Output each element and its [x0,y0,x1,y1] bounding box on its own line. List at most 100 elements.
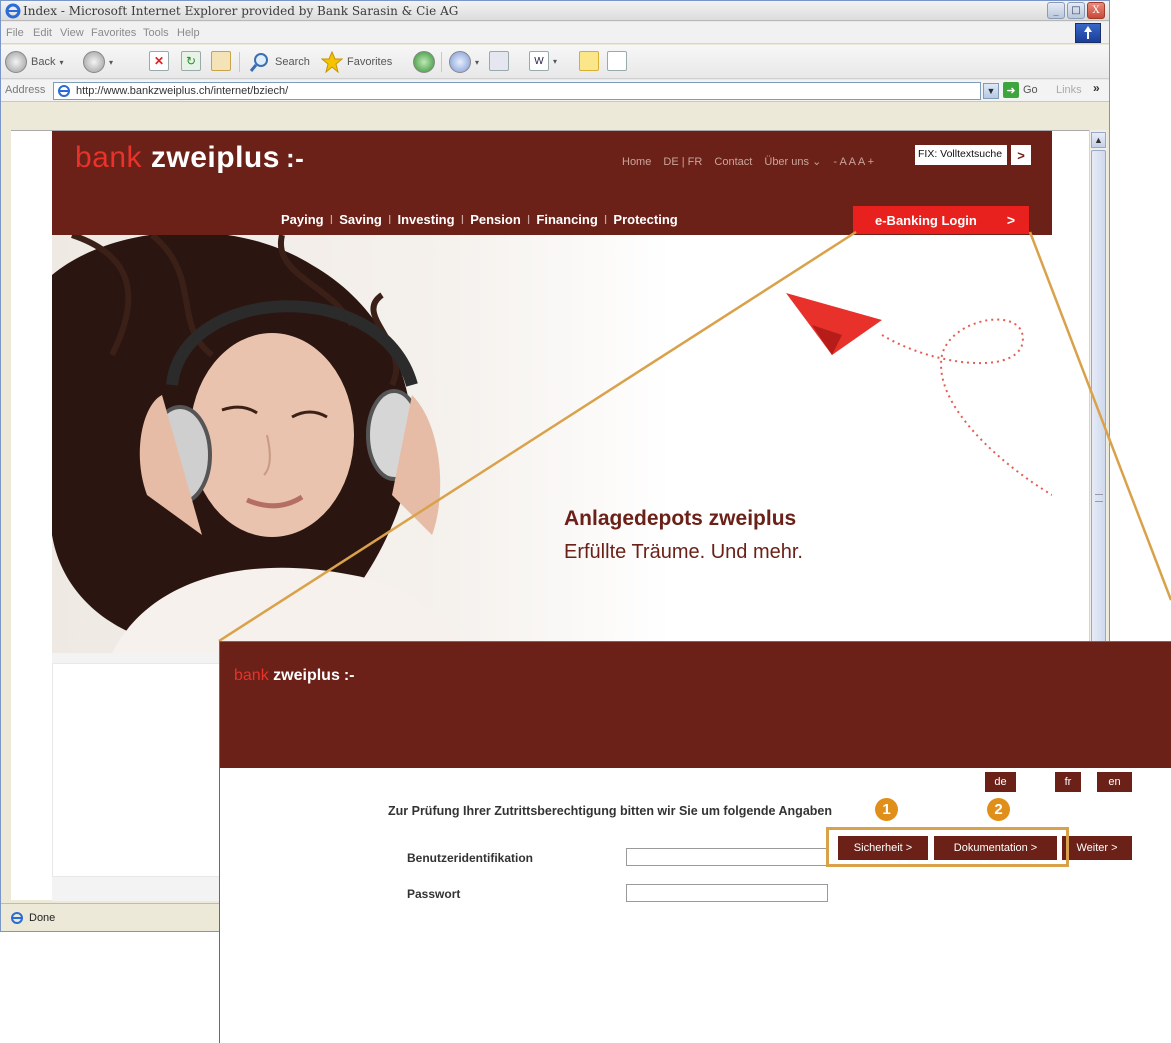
favorites-label: Favorites [347,56,393,68]
minimize-button[interactable]: _ [1047,2,1065,19]
history-icon [413,51,435,73]
chevron-down-icon: ▾ [59,57,64,67]
lang-fr-button[interactable]: fr [1055,772,1081,792]
stop-button[interactable]: ✕ [149,51,169,71]
go-label: Go [1023,84,1038,96]
menu-bar: File Edit View Favorites Tools Help [1,22,1109,44]
login-logo-bank: bank [234,667,269,684]
address-bar: Address http://www.bankzweiplus.ch/inter… [1,80,1109,102]
maximize-button[interactable]: □ [1067,2,1085,19]
topnav-font-size[interactable]: - A A A + [833,156,874,168]
back-button[interactable]: Back ▾ [5,51,63,73]
notes-button[interactable] [579,51,599,71]
page-icon [58,85,70,97]
password-input[interactable] [626,884,828,902]
menu-help[interactable]: Help [177,27,200,39]
window-title: Index - Microsoft Internet Explorer prov… [23,4,459,18]
history-button[interactable] [413,51,435,73]
status-text: Done [29,912,56,924]
nav-separator: I [460,212,465,227]
site-header: bank zweiplus:- Home DE | FR Contact Übe… [52,131,1052,235]
topnav-home[interactable]: Home [622,156,651,168]
links-label[interactable]: Links [1056,84,1082,96]
site-search-input[interactable]: FIX: Volltextsuche [915,145,1007,165]
menu-edit[interactable]: Edit [33,27,52,39]
site-logo[interactable]: bank zweiplus:- [75,141,304,175]
chevron-down-icon: ▼ [986,86,996,96]
hero-title: Anlagedepots zweiplus [564,507,797,530]
mail-icon [449,51,471,73]
topnav-about[interactable]: Über uns ⌄ [764,156,821,168]
menu-file[interactable]: File [6,27,24,39]
back-arrow-icon [5,51,27,73]
password-label: Passwort [407,887,461,901]
refresh-icon: ↻ [181,51,201,71]
nav-protecting[interactable]: Protecting [613,212,677,227]
menu-favorites[interactable]: Favorites [91,27,136,39]
favorites-button[interactable]: Favorites [321,51,392,73]
nav-financing[interactable]: Financing [536,212,597,227]
mail-button[interactable]: ▾ [449,51,479,73]
menu-view[interactable]: View [60,27,84,39]
note-icon [579,51,599,71]
ebanking-label: e-Banking Login [875,213,977,228]
chevron-down-icon: ▾ [475,57,480,67]
go-arrow-icon: ➜ [1003,82,1019,98]
nav-separator: I [329,212,334,227]
address-url: http://www.bankzweiplus.ch/internet/bzie… [76,85,289,97]
internet-explorer-icon [5,3,21,19]
login-header: bank zweiplus:- [220,642,1171,768]
main-navigation: Paying I Saving I Investing I Pension I Financin… [281,212,678,227]
word-icon: W [529,51,549,71]
login-logo-mark: :- [343,667,355,684]
close-button[interactable]: X [1087,2,1105,19]
lang-en-button[interactable]: en [1097,772,1132,792]
messenger-button[interactable] [607,51,627,71]
callout-badge-1: 1 [875,798,898,821]
top-navigation: Home DE | FR Contact Über uns ⌄ - A A A … [622,155,883,168]
search-label: Search [275,56,310,68]
nav-paying[interactable]: Paying [281,212,324,227]
nav-investing[interactable]: Investing [398,212,455,227]
chevron-down-icon: ▾ [553,56,558,66]
nav-separator: I [387,212,392,227]
title-bar: Index - Microsoft Internet Explorer prov… [1,1,1109,21]
edit-button[interactable]: W ▾ [529,51,557,71]
forward-button[interactable]: ▾ [83,51,113,73]
hero-banner: Anlagedepots zweiplus Erfüllte Träume. U… [52,235,1052,653]
nav-separator: I [526,212,531,227]
address-dropdown-button[interactable]: ▼ [983,83,999,99]
chevron-down-icon: ▾ [109,57,114,67]
topnav-language[interactable]: DE | FR [663,156,702,168]
links-chevron-icon[interactable]: » [1093,81,1100,95]
callout-highlight-box [826,827,1069,867]
home-button[interactable] [211,51,231,71]
search-button[interactable]: Search [249,51,310,73]
nav-saving[interactable]: Saving [339,212,382,227]
login-instructions: Zur Prüfung Ihrer Zutrittsberechtigung b… [388,804,832,818]
refresh-button[interactable]: ↻ [181,51,201,71]
ebanking-login-button[interactable]: e-Banking Login > [853,206,1029,234]
logo-mark: :- [285,143,305,173]
print-button[interactable] [489,51,509,71]
star-icon [321,51,343,73]
toolbar: Back ▾ ▾ ✕ ↻ Search Favorites ▾ W ▾ [1,45,1109,79]
address-label: Address [5,84,46,96]
user-id-label: Benutzeridentifikation [407,851,534,865]
site-search-button[interactable]: > [1011,145,1031,165]
scroll-up-icon[interactable]: ▲ [1091,132,1106,148]
go-button[interactable]: ➜ Go [1003,82,1038,98]
hero-subtitle: Erfüllte Träume. Und mehr. [564,541,803,563]
address-input[interactable]: http://www.bankzweiplus.ch/internet/bzie… [53,82,981,100]
windows-flag-icon [1075,23,1101,43]
user-id-input[interactable] [626,848,828,866]
page-status-icon [11,912,23,924]
menu-tools[interactable]: Tools [143,27,169,39]
lang-de-button[interactable]: de [985,772,1016,792]
chevron-right-icon: > [1006,212,1015,228]
logo-bank-text: bank [75,141,143,174]
nav-pension[interactable]: Pension [470,212,521,227]
logo-zweiplus-text: zweiplus [150,141,280,174]
topnav-contact[interactable]: Contact [714,156,752,168]
next-button[interactable]: Weiter > [1062,836,1132,860]
